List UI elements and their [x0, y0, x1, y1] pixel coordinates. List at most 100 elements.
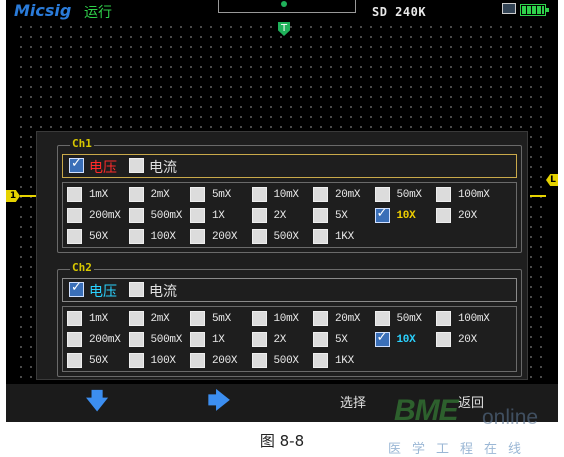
probe-option[interactable]: 1KX — [313, 229, 377, 249]
probe-label: 500X — [273, 231, 300, 243]
probe-checkbox[interactable] — [374, 206, 390, 223]
probe-label: 2mX — [150, 313, 170, 325]
probe-label: 5mX — [212, 313, 231, 325]
probe-checkbox[interactable] — [67, 353, 82, 368]
probe-option[interactable]: 5mX — [190, 311, 254, 331]
probe-option[interactable]: 1KX — [313, 353, 377, 373]
probe-option[interactable]: 2mX — [128, 187, 193, 207]
probe-option[interactable]: 100mX — [436, 311, 500, 331]
probe-checkbox[interactable] — [251, 332, 267, 347]
voltage-checkbox[interactable] — [69, 280, 84, 297]
probe-checkbox[interactable] — [67, 208, 82, 223]
probe-label: 50mX — [396, 189, 423, 201]
probe-checkbox[interactable] — [436, 311, 451, 326]
probe-option[interactable]: 1X — [190, 208, 254, 228]
probe-option[interactable]: 50X — [67, 229, 131, 249]
probe-checkbox[interactable] — [67, 332, 82, 347]
probe-option[interactable]: 50mX — [374, 187, 439, 207]
probe-option[interactable]: 500mX — [128, 208, 193, 228]
probe-checkbox[interactable] — [67, 311, 82, 326]
probe-option[interactable]: 20X — [436, 208, 500, 228]
probe-checkbox[interactable] — [128, 332, 144, 347]
probe-option[interactable]: 5X — [313, 332, 377, 352]
probe-label: 10mX — [273, 189, 300, 201]
probe-checkbox[interactable] — [128, 311, 144, 326]
right-arrow-icon[interactable]: 🡆 — [204, 391, 234, 416]
probe-option[interactable]: 1X — [190, 332, 254, 352]
current-checkbox[interactable] — [129, 158, 144, 173]
back-button[interactable]: 返回 — [446, 392, 496, 416]
probe-checkbox[interactable] — [67, 229, 82, 244]
probe-checkbox[interactable] — [128, 229, 144, 244]
probe-checkbox[interactable] — [436, 187, 451, 202]
probe-checkbox[interactable] — [190, 311, 205, 326]
probe-checkbox[interactable] — [128, 208, 144, 223]
current-checkbox[interactable] — [129, 282, 144, 297]
voltage-label: 电压 — [89, 160, 117, 176]
probe-option[interactable]: 200mX — [67, 332, 131, 352]
probe-checkbox[interactable] — [67, 187, 82, 202]
probe-option[interactable]: 1mX — [67, 311, 131, 331]
probe-option[interactable]: 20mX — [313, 187, 377, 207]
probe-option[interactable]: 10mX — [251, 187, 316, 207]
probe-label: 1KX — [335, 355, 354, 367]
probe-checkbox[interactable] — [251, 311, 267, 326]
probe-checkbox[interactable] — [374, 330, 390, 347]
probe-checkbox[interactable] — [313, 208, 328, 223]
probe-checkbox[interactable] — [251, 208, 267, 223]
probe-option[interactable]: 500X — [251, 353, 316, 373]
measure-type-row: 电压 电流 — [62, 278, 517, 302]
probe-checkbox[interactable] — [190, 187, 205, 202]
probe-option[interactable]: 5X — [313, 208, 377, 228]
probe-label: 10X — [396, 334, 416, 346]
probe-checkbox[interactable] — [436, 332, 451, 347]
probe-checkbox[interactable] — [251, 187, 267, 202]
probe-option[interactable]: 2mX — [128, 311, 193, 331]
probe-checkbox[interactable] — [190, 229, 205, 244]
probe-checkbox[interactable] — [313, 187, 328, 202]
select-button[interactable]: 选择 — [328, 392, 378, 416]
probe-label: 100mX — [458, 313, 490, 325]
probe-checkbox[interactable] — [436, 208, 451, 223]
probe-checkbox[interactable] — [190, 332, 205, 347]
probe-option[interactable]: 500X — [251, 229, 316, 249]
probe-option[interactable]: 50mX — [374, 311, 439, 331]
probe-option[interactable]: 500mX — [128, 332, 193, 352]
probe-option[interactable]: 100mX — [436, 187, 500, 207]
probe-checkbox[interactable] — [313, 332, 328, 347]
probe-checkbox[interactable] — [313, 229, 328, 244]
voltage-checkbox[interactable] — [69, 156, 84, 173]
probe-option[interactable]: 100X — [128, 353, 193, 373]
probe-checkbox[interactable] — [374, 187, 390, 202]
probe-option[interactable]: 100X — [128, 229, 193, 249]
probe-option[interactable]: 200mX — [67, 208, 131, 228]
probe-checkbox[interactable] — [313, 311, 328, 326]
run-state[interactable]: 运行 — [84, 2, 112, 22]
probe-checkbox[interactable] — [190, 353, 205, 368]
probe-option[interactable]: 20mX — [313, 311, 377, 331]
probe-checkbox[interactable] — [128, 187, 144, 202]
probe-option[interactable]: 1mX — [67, 187, 131, 207]
probe-checkbox[interactable] — [313, 353, 328, 368]
probe-label: 200X — [212, 355, 238, 367]
probe-checkbox[interactable] — [374, 311, 390, 326]
ch1-level-marker[interactable]: L — [546, 174, 558, 186]
probe-option[interactable]: 10X — [374, 206, 439, 228]
probe-checkbox[interactable] — [251, 353, 267, 368]
down-arrow-icon[interactable]: 🡇 — [82, 391, 112, 416]
probe-label: 500mX — [150, 210, 183, 222]
probe-option[interactable]: 200X — [190, 353, 254, 373]
probe-option[interactable]: 2X — [251, 332, 316, 352]
probe-option[interactable]: 10X — [374, 330, 439, 352]
probe-option[interactable]: 50X — [67, 353, 131, 373]
probe-option[interactable]: 20X — [436, 332, 500, 352]
probe-checkbox[interactable] — [128, 353, 144, 368]
probe-option[interactable]: 200X — [190, 229, 254, 249]
probe-checkbox[interactable] — [251, 229, 267, 244]
sample-info: SD 240K — [372, 5, 427, 19]
probe-label: 1mX — [89, 313, 108, 325]
probe-option[interactable]: 10mX — [251, 311, 316, 331]
probe-option[interactable]: 2X — [251, 208, 316, 228]
probe-option[interactable]: 5mX — [190, 187, 254, 207]
probe-checkbox[interactable] — [190, 208, 205, 223]
